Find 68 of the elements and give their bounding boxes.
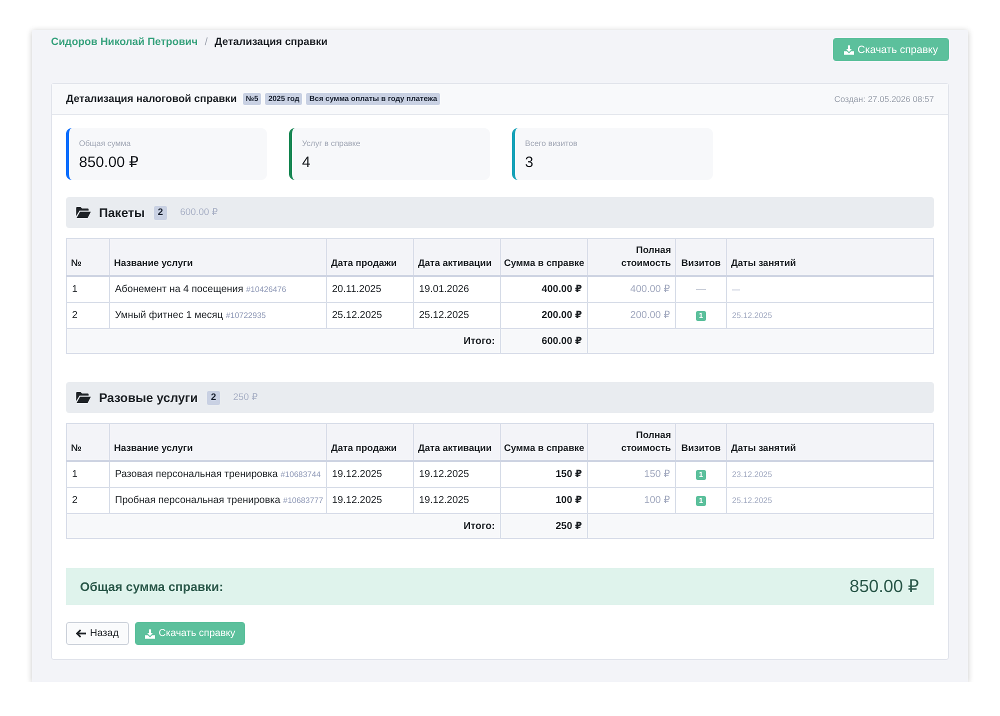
table-cell: 19.12.2025 [414,461,500,488]
service-name: Разовая персональная тренировка [115,469,278,480]
column-header: Дата продажи [326,238,414,276]
column-header: Название услуги [110,424,326,461]
table-cell: Итого: [66,328,500,354]
stat-value: 4 [302,154,312,172]
breadcrumb-current: Детализация справки [214,36,328,49]
stat-label: Всего визитов [525,139,578,149]
stat-value: 3 [525,154,534,172]
service-code: #10683744 [280,470,321,479]
table-cell: 20.11.2025 [326,276,414,302]
column-header: Сумма в справке [500,238,588,276]
table-cell: 19.12.2025 [326,461,414,488]
download-button[interactable]: Скачать справку [832,38,949,61]
table-cell: 150 ₽ [588,461,676,488]
column-header: Сумма в справке [500,424,588,461]
back-button[interactable]: Назад [66,622,129,645]
service-code: #10722935 [226,311,266,320]
table-cell: 250 ₽ [500,514,588,538]
table-cell: 400.00 ₽ [500,276,588,302]
service-name: Умный фитнес 1 месяц [115,310,224,321]
column-header: Даты занятий [726,424,934,461]
column-header: Дата активации [414,238,500,276]
section-title: Пакеты [99,206,145,220]
count-badge: 2 [206,390,220,404]
arrow-left-icon [76,629,86,638]
download-icon [844,44,854,54]
section-title: Разовые услуги [99,390,198,404]
table-cell: 1 [66,276,110,302]
column-header: Дата активации [414,424,500,461]
table-cell: 400.00 ₽ [588,276,676,302]
count-badge: 2 [154,206,168,220]
created-timestamp: Создан: 27.05.2026 08:57 [834,94,934,104]
stat-label: Общая сумма [79,139,132,149]
service-name: Абонемент на 4 посещения [115,284,244,295]
report-title: Детализация налоговой справки [66,93,237,105]
column-header: Полная стоимость [588,424,676,461]
section-sum: 250 ₽ [233,392,258,403]
download-icon [144,628,155,638]
table-cell: Итого: [66,514,500,538]
grand-total-label: Общая сумма справки: [80,580,224,594]
download-button[interactable]: Скачать справку [134,622,246,645]
column-header: Дата продажи [326,424,414,461]
breadcrumb-separator: / [204,36,208,49]
stat-label: Услуг в справке [302,139,362,149]
table-cell: 23.12.2025 [726,461,934,488]
column-header: Визитов [676,238,726,276]
table-cell: 19.01.2026 [414,276,500,302]
table-cell: 150 ₽ [500,461,588,488]
column-header: Даты занятий [726,238,934,276]
table-cell: 600.00 ₽ [500,328,588,354]
table-cell: — [676,276,726,302]
service-code: #10683777 [283,496,324,505]
section-sum: 600.00 ₽ [180,207,218,218]
service-name: Пробная персональная тренировка [115,495,280,506]
table-cell: 1 [66,461,110,488]
column-header: Визитов [676,424,726,461]
table-cell: — [726,276,934,302]
stat-value: 850.00 ₽ [79,154,140,172]
column-header: Полная стоимость [588,238,676,276]
service-code: #10426476 [246,285,286,294]
grand-total-value: 850.00 ₽ [849,576,919,597]
breadcrumb-link[interactable]: Сидоров Николай Петрович [51,36,198,49]
folder-icon [76,207,91,218]
column-header: Название услуги [110,238,326,276]
folder-icon [76,392,91,403]
column-header: № [66,238,110,276]
column-header: № [66,424,110,461]
